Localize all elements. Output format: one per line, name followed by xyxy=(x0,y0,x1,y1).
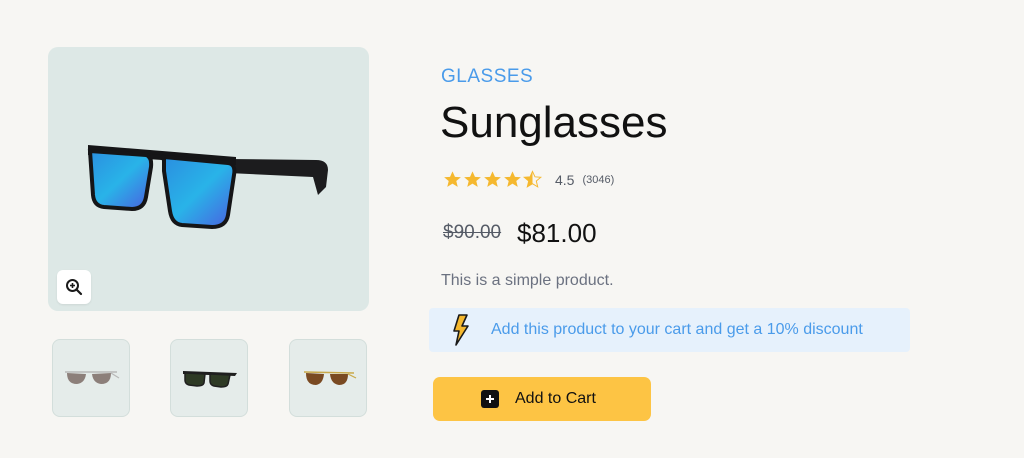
add-to-cart-button[interactable]: Add to Cart xyxy=(433,377,651,421)
star-icon xyxy=(484,171,501,187)
sunglasses-aviator-icon xyxy=(65,371,120,384)
product-page: GLASSES Sunglasses 4.5 (3046) $90.00 $81… xyxy=(0,0,1024,458)
lightning-bolt-icon xyxy=(453,314,469,346)
sale-price: $81.00 xyxy=(517,218,597,248)
rating-value: 4.5 xyxy=(555,171,575,188)
sunglasses-wayfarer-icon xyxy=(183,371,237,388)
star-icon xyxy=(504,171,521,187)
product-main-image[interactable] xyxy=(48,47,369,311)
star-icon xyxy=(444,171,461,187)
product-title: Sunglasses xyxy=(440,98,668,147)
sunglasses-brown-icon xyxy=(303,371,357,385)
zoom-in-icon xyxy=(66,279,83,296)
thumbnail-1[interactable] xyxy=(52,339,130,417)
product-rating: 4.5 (3046) xyxy=(443,170,614,189)
thumbnail-2[interactable] xyxy=(170,339,248,417)
add-to-cart-label: Add to Cart xyxy=(515,390,596,407)
discount-text: Add this product to your cart and get a … xyxy=(491,321,863,338)
category-link[interactable]: GLASSES xyxy=(441,66,533,88)
half-star-icon xyxy=(523,170,542,188)
product-description: This is a simple product. xyxy=(441,272,614,289)
sunglasses-image xyxy=(87,145,328,230)
star-icon xyxy=(464,171,481,187)
plus-icon xyxy=(481,390,499,408)
zoom-button[interactable] xyxy=(57,270,91,304)
original-price: $90.00 xyxy=(443,222,502,243)
thumbnail-3[interactable] xyxy=(289,339,367,417)
discount-banner: Add this product to your cart and get a … xyxy=(429,308,910,352)
rating-count: (3046) xyxy=(582,173,615,186)
star-rating xyxy=(443,170,542,189)
